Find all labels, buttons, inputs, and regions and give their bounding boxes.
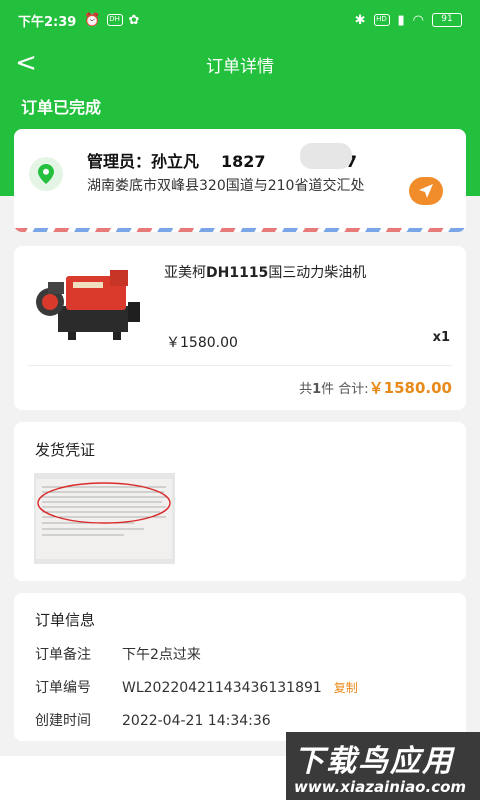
order-note-label: 订单备注 xyxy=(35,647,91,663)
page-title: 订单详情 xyxy=(206,57,274,77)
location-pin-icon xyxy=(29,157,63,191)
contact-name: 管理员：孙立凡 xyxy=(87,152,200,171)
address-card: 管理员：孙立凡1827337 湖南娄底市双峰县320国道与210省道交汇处 xyxy=(14,129,466,232)
order-note-row: 订单备注 下午2点过来 xyxy=(35,644,201,664)
order-note-value: 下午2点过来 xyxy=(122,647,201,663)
product-name-suffix: 国三动力柴油机 xyxy=(268,265,367,281)
divider xyxy=(28,365,452,366)
product-image[interactable] xyxy=(28,262,148,342)
product-name[interactable]: 亚美柯DH1115国三动力柴油机 xyxy=(164,262,454,282)
order-number-row: 订单编号 WL20220421143436131891 复制 xyxy=(35,677,358,697)
created-time-label: 创建时间 xyxy=(35,713,91,729)
created-time-value: 2022-04-21 14:34:36 xyxy=(122,713,271,729)
product-card: 亚美柯DH1115国三动力柴油机 ￥1580.00 x1 共1件 合计:￥158… xyxy=(14,246,466,410)
summary-count-prefix: 共 xyxy=(299,382,313,397)
product-model: DH1115 xyxy=(206,265,269,281)
order-status-text: 订单已完成 xyxy=(21,98,102,117)
voucher-photo[interactable] xyxy=(34,473,175,564)
voucher-card: 发货凭证 xyxy=(14,422,466,581)
voucher-title: 发货凭证 xyxy=(35,441,96,459)
copy-button[interactable]: 复制 xyxy=(334,681,358,695)
navigation-arrow-icon xyxy=(419,184,433,198)
contact-phone-prefix: 1827 xyxy=(221,152,266,171)
order-summary: 共1件 合计:￥1580.00 xyxy=(299,377,452,398)
order-number-value: WL20220421143436131891 xyxy=(122,680,322,696)
wifi-icon: ◠ xyxy=(412,12,424,28)
product-name-prefix: 亚美柯 xyxy=(164,265,206,281)
product-price: ￥1580.00 xyxy=(166,335,238,351)
order-info-title: 订单信息 xyxy=(35,611,96,629)
status-bar: 下午2:39 ⏰ DH ✿ ✱ HD ▮ ◠ 91 xyxy=(0,0,480,40)
product-quantity: x1 xyxy=(432,330,450,345)
order-number-label: 订单编号 xyxy=(35,680,91,696)
navigate-button[interactable] xyxy=(409,177,443,205)
site-watermark: 下载鸟应用 www.xiazainiao.com xyxy=(286,732,480,800)
summary-count-suffix: 件 合计: xyxy=(321,382,369,397)
app-notification-icon: ✿ xyxy=(128,12,140,28)
summary-count: 1 xyxy=(312,382,322,397)
bluetooth-icon: ✱ xyxy=(354,12,366,28)
created-time-row: 创建时间 2022-04-21 14:34:36 xyxy=(35,710,271,730)
order-info-card: 订单信息 订单备注 下午2点过来 订单编号 WL202204211434361318… xyxy=(14,593,466,741)
signal-icon: ▮ xyxy=(397,12,405,28)
address-text: 湖南娄底市双峰县320国道与210省道交汇处 xyxy=(87,178,365,194)
order-total: ￥1580.00 xyxy=(368,379,452,397)
hd-icon: HD xyxy=(373,14,390,26)
bottom-bar xyxy=(0,756,286,800)
phone-blur-mask xyxy=(300,143,352,169)
watermark-main-text: 下载鸟应用 xyxy=(294,744,454,779)
alarm-icon: ⏰ xyxy=(84,12,101,28)
status-time: 下午2:39 xyxy=(18,14,77,30)
airmail-border xyxy=(14,228,466,232)
watermark-url: www.xiazainiao.com xyxy=(294,778,467,796)
nav-bar: < 订单详情 xyxy=(0,40,480,88)
dh-badge-icon: DH xyxy=(106,14,123,26)
battery-icon: 91 xyxy=(432,13,462,27)
